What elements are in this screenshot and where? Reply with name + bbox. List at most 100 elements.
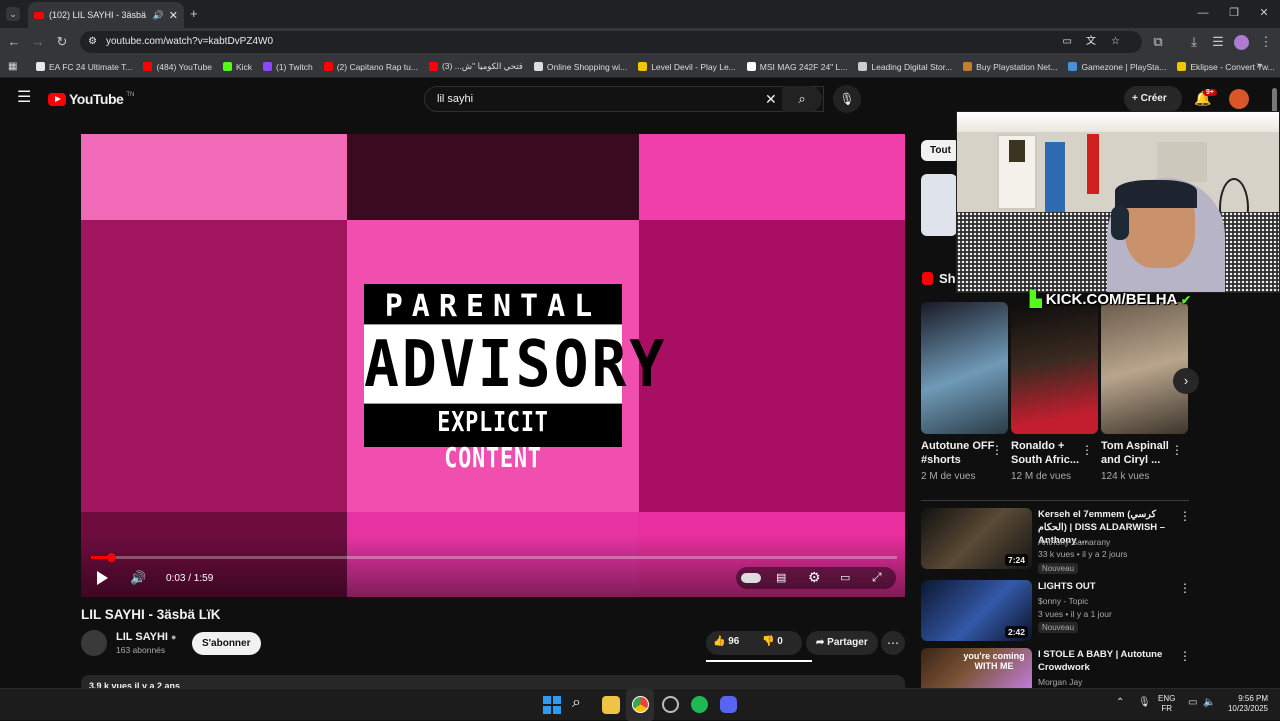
channel-avatar[interactable] [81,630,107,656]
description-box[interactable]: 3,9 k vues il y a 2 ans [81,675,905,689]
language-indicator[interactable]: ENG FR [1158,694,1175,714]
bookmark-item[interactable]: EA FC 24 Ultimate T... [36,61,132,72]
short-title[interactable]: Tom Aspinall and Ciryl ... [1101,439,1181,467]
rec-thumbnail[interactable]: 7:24 [921,508,1032,569]
tray-overflow-icon[interactable]: ⌃ [1116,697,1124,708]
play-icon[interactable] [97,571,108,585]
bookmark-star-icon[interactable]: ☆ [1111,31,1120,53]
short-title[interactable]: Ronaldo + South Afric... [1011,439,1091,467]
rec-title[interactable]: LIGHTS OUT [1038,580,1178,593]
webcam-overlay [956,111,1280,293]
bookmark-item[interactable]: Level Devil - Play Le... [638,61,736,72]
window-close-icon[interactable]: ✕ [1257,6,1271,20]
discord-icon[interactable] [720,696,737,713]
bookmark-label: (1) Twitch [276,61,313,72]
settings-gear-icon[interactable]: ⚙ [808,569,821,586]
more-bookmarks-icon[interactable]: » [1256,60,1262,71]
taskbar-search-icon[interactable]: ⌕ [572,694,581,712]
chip-all[interactable]: Tout [921,140,960,161]
site-info-icon[interactable]: ⚙ [88,31,97,53]
address-bar[interactable]: ⚙ youtube.com/watch?v=kabtDvPZ4W0 ▭ 文 ☆ [80,31,1142,53]
youtube-logo[interactable]: YouTube TN [48,91,134,107]
fullscreen-icon[interactable]: ⤢ [872,570,882,585]
short-menu-icon[interactable]: ⋮ [991,443,1003,457]
tab-search-icon[interactable]: ⌄ [6,7,20,21]
speaker-icon[interactable]: 🔊 [153,10,164,21]
rec-menu-icon[interactable]: ⋮ [1179,581,1191,595]
rec-menu-icon[interactable]: ⋮ [1179,509,1191,523]
short-menu-icon[interactable]: ⋮ [1081,443,1093,457]
back-icon[interactable]: ← [6,34,22,50]
minimize-icon[interactable]: — [1196,6,1210,20]
dislike-button[interactable]: 👎 0 [762,636,783,647]
bookmark-item[interactable]: فتحي الكوميا "ش... (3) [428,61,523,72]
autoplay-toggle[interactable] [741,573,761,583]
ad-thumbnail[interactable] [921,174,957,236]
download-icon[interactable]: ⤓ [1186,34,1202,50]
rec-title[interactable]: I STOLE A BABY | Autotune Crowdwork [1038,648,1178,674]
short-thumbnail[interactable] [1011,302,1098,434]
forward-icon[interactable]: → [30,34,46,50]
hamburger-menu-icon[interactable]: ☰ [17,90,31,106]
search-button[interactable]: ⌕ [782,86,822,112]
short-thumbnail[interactable] [921,302,1008,434]
rec-thumbnail[interactable]: you're coming WITH ME [921,648,1032,688]
new-tab-button[interactable]: + [190,6,198,21]
translate-icon[interactable]: 文 [1086,31,1096,53]
like-underline [706,660,812,662]
voice-search-icon[interactable]: 🎙 [833,85,861,113]
theater-mode-icon[interactable]: ▭ [840,571,850,584]
bookmark-item[interactable]: Gamezone | PlaySta... [1068,61,1166,72]
cast-icon[interactable]: ▭ [1063,31,1072,53]
volume-tray-icon[interactable]: 🔈 [1203,697,1215,708]
subtitles-icon[interactable]: ▤ [776,571,786,584]
rec-thumbnail[interactable]: 2:42 [921,580,1032,641]
rec-channel[interactable]: $onny - Topic [1038,595,1088,608]
chrome-menu-icon[interactable]: ⋮ [1258,34,1274,50]
short-thumbnail[interactable] [1101,302,1188,434]
extensions-icon[interactable]: ⧉ [1150,34,1166,50]
short-title[interactable]: Autotune OFF #shorts [921,439,1001,467]
file-explorer-icon[interactable] [602,696,620,714]
reading-list-icon[interactable]: ☰ [1210,34,1226,50]
microphone-tray-icon[interactable]: 🎙 [1138,697,1151,708]
short-menu-icon[interactable]: ⋮ [1171,443,1183,457]
bookmark-item[interactable]: MSI MAG 242F 24" L... [746,61,847,72]
video-duration: 2:42 [1004,626,1028,638]
apps-grid-icon[interactable]: ▦ [8,61,17,72]
like-button[interactable]: 👍 96 [713,636,739,647]
bookmark-item[interactable]: Buy Playstation Net... [963,61,1057,72]
short-views: 2 M de vues [921,471,976,482]
bookmark-item[interactable]: Online Shopping wi... [533,61,627,72]
shorts-next-icon[interactable]: › [1173,368,1199,394]
recorder-app-icon[interactable] [662,696,679,713]
parental-advisory-label: PARENTAL ADVISORY EXPLICIT CONTENT [364,284,664,474]
reload-icon[interactable]: ↻ [54,34,70,50]
profile-avatar[interactable] [1234,35,1249,50]
chrome-icon[interactable] [632,696,649,713]
bookmark-item[interactable]: (484) YouTube [143,61,212,72]
create-button[interactable]: + Créer [1124,86,1182,112]
more-actions-icon[interactable]: ⋯ [881,631,905,655]
network-icon[interactable]: ▭ [1188,697,1197,708]
active-tab[interactable]: (102) LIL SAYHI - 3äsbä LïK 🔊 ✕ [28,2,184,28]
account-avatar[interactable] [1229,89,1249,109]
tab-close-icon[interactable]: ✕ [169,9,178,22]
channel-name-row[interactable]: LIL SAYHI ● [116,631,176,643]
rec-menu-icon[interactable]: ⋮ [1179,649,1191,663]
search-input[interactable]: lil sayhi ✕ [424,86,824,112]
clock[interactable]: 9:56 PM 10/23/2025 [1222,694,1268,714]
bookmark-favicon-icon [1177,62,1187,71]
share-button[interactable]: ➦ Partager [806,631,878,655]
bookmark-item[interactable]: Leading Digital Stor... [858,61,952,72]
spotify-icon[interactable] [691,696,708,713]
bookmark-item[interactable]: Kick [222,61,252,72]
subscribe-button[interactable]: S'abonner [192,632,261,655]
progress-bar[interactable] [91,553,897,562]
clear-search-icon[interactable]: ✕ [765,87,777,111]
bookmark-item[interactable]: (1) Twitch [263,61,313,72]
bookmark-item[interactable]: (2) Capitano Rap tu... [323,61,418,72]
volume-icon[interactable]: 🔊 [130,570,146,586]
windows-start-icon[interactable] [543,696,561,714]
restore-icon[interactable]: ❐ [1227,6,1241,20]
